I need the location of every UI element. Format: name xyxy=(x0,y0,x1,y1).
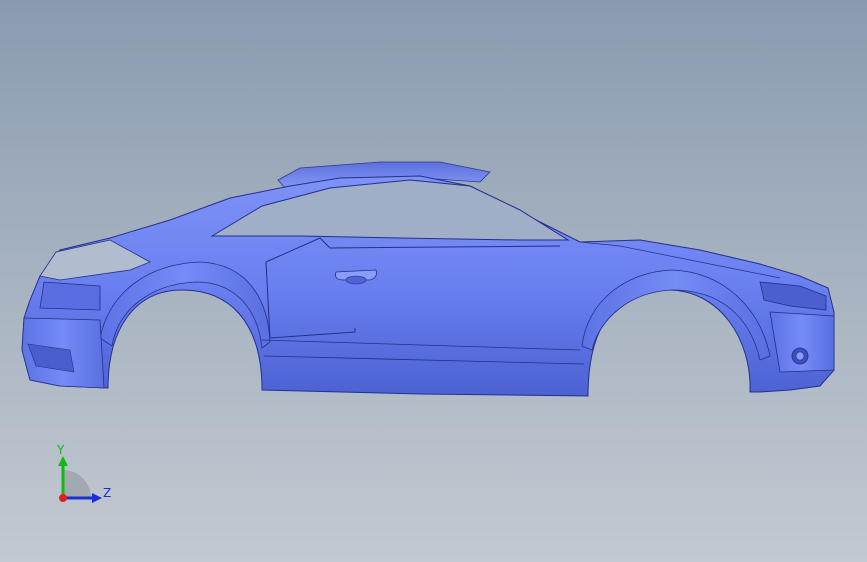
y-axis-label: Y xyxy=(57,443,65,457)
x-axis-dot xyxy=(59,494,67,502)
3d-viewport[interactable]: Y Z xyxy=(0,0,867,562)
axis-triad xyxy=(58,456,102,503)
taillight xyxy=(39,281,101,311)
side-window xyxy=(210,179,570,241)
triad-quarter-disc xyxy=(63,470,91,498)
z-axis-label: Z xyxy=(103,486,112,500)
car-body-model[interactable] xyxy=(0,0,867,562)
